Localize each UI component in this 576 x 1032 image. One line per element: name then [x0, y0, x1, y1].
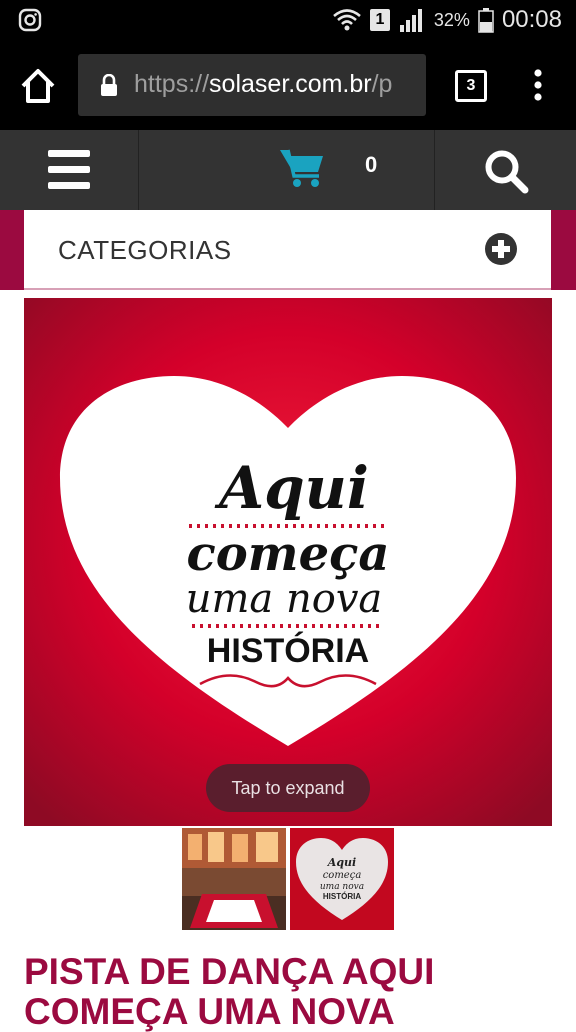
plus-circle-icon[interactable] — [484, 232, 518, 266]
battery-percent: 32% — [433, 9, 470, 30]
heart-text-line-3: uma nova — [186, 576, 383, 622]
site-header: 0 — [0, 130, 576, 210]
search-button[interactable] — [435, 130, 576, 210]
tap-to-expand-button[interactable]: Tap to expand — [206, 764, 370, 812]
url-domain: solaser.com.br — [209, 70, 372, 98]
status-icons: 1 32% 00:08 — [332, 4, 562, 36]
tab-switcher-button[interactable]: 3 — [455, 70, 487, 102]
categories-toggle[interactable]: CATEGORIAS — [24, 210, 551, 290]
categories-label: CATEGORIAS — [58, 235, 232, 265]
address-bar[interactable]: https://solaser.com.br/p — [78, 54, 426, 116]
battery-icon — [478, 8, 494, 33]
thumbnail-2[interactable]: Aqui começa uma nova HISTÓRIA — [290, 828, 394, 930]
thumb-text-line-2: começa — [323, 870, 362, 881]
thumbnail-1[interactable] — [182, 828, 286, 930]
cart-button[interactable]: 0 — [139, 130, 435, 210]
product-title: PISTA DE DANÇA AQUI COMEÇA UMA NOVA — [24, 951, 435, 1032]
heart-text-line-2: começa — [187, 526, 390, 582]
search-icon — [485, 150, 529, 194]
cart-icon — [280, 149, 323, 187]
status-bar: 1 32% 00:08 — [0, 0, 576, 40]
url-scheme: https:// — [134, 70, 210, 98]
url-path: /p — [371, 70, 393, 98]
url-text: https://solaser.com.br/p — [134, 70, 416, 99]
hamburger-bar — [48, 182, 90, 189]
overflow-menu-icon[interactable] — [530, 68, 546, 102]
sim-slot-indicator: 1 — [369, 9, 390, 31]
browser-toolbar: https://solaser.com.br/p 3 — [0, 40, 576, 130]
signal-icon — [399, 9, 422, 32]
heart-text-line-4: HISTÓRIA — [207, 632, 369, 670]
hamburger-menu-button[interactable] — [0, 130, 139, 210]
home-icon[interactable] — [18, 66, 58, 106]
hamburger-bar — [48, 150, 90, 157]
hamburger-bar — [48, 166, 90, 173]
thumb-text-line-4: HISTÓRIA — [323, 892, 361, 901]
heart-text-line-1: Aqui — [214, 454, 369, 522]
thumb-text-line-1: Aqui — [327, 856, 356, 869]
lock-icon — [101, 74, 117, 96]
clock: 00:08 — [501, 6, 562, 33]
thumb-text-line-3: uma nova — [320, 882, 364, 892]
wifi-icon — [333, 9, 361, 31]
cart-count: 0 — [365, 152, 378, 177]
product-image[interactable]: Aqui começa uma nova HISTÓRIA — [24, 298, 552, 826]
instagram-icon — [18, 8, 42, 32]
